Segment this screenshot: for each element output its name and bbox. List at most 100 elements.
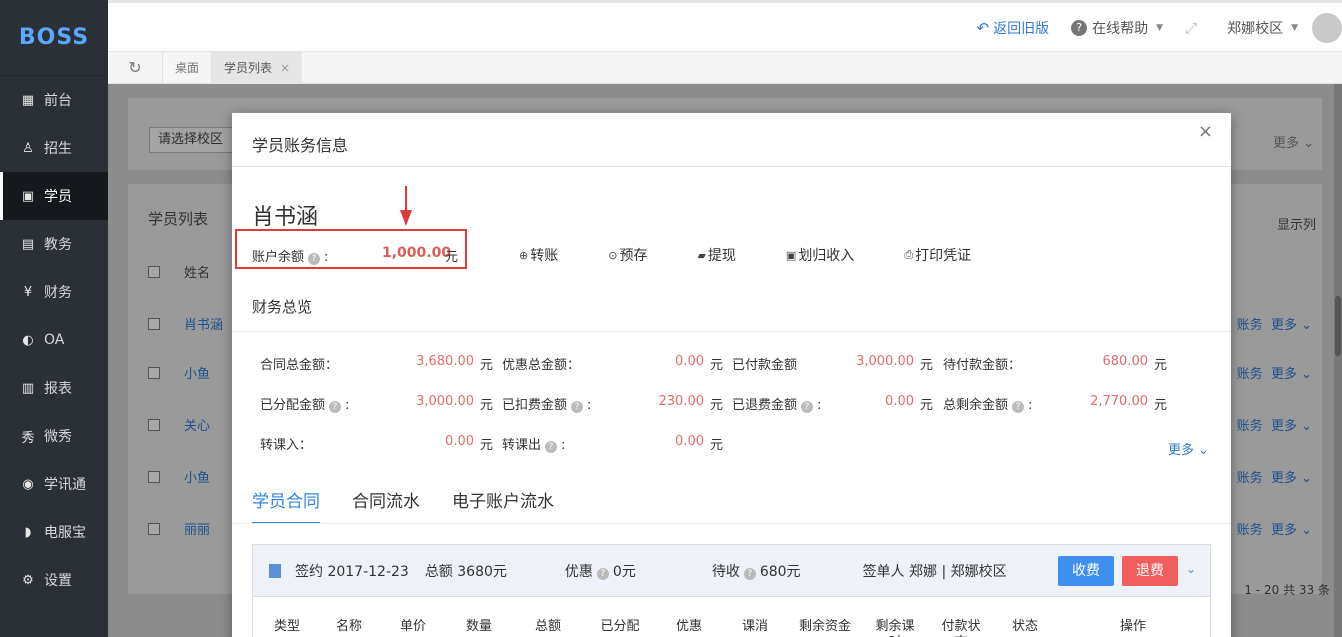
print-voucher-button[interactable]: ⎙ 打印凭证 <box>904 245 971 265</box>
sidebar-item[interactable]: ▣ 学员 <box>0 172 108 220</box>
divider <box>232 523 1231 524</box>
column-header: 类型 <box>273 619 300 634</box>
row-more-link[interactable]: 更多 ⌄ <box>1271 419 1312 434</box>
help-icon[interactable]: ? <box>1012 401 1025 413</box>
student-name-link[interactable]: 关心 <box>184 419 210 434</box>
avatar[interactable] <box>1312 13 1342 43</box>
finance-unit: 元 <box>480 358 494 373</box>
row-more-link[interactable]: 更多 ⌄ <box>1271 318 1312 333</box>
account-link[interactable]: 账务 <box>1237 523 1263 538</box>
sidebar-item[interactable]: ◐ OA <box>0 316 108 364</box>
contract-card: 签约 2017-12-23 总额 3680元 优惠? 0元 待收? 680元 签单人… <box>252 544 1211 637</box>
student-name-link[interactable]: 丽丽 <box>184 523 210 538</box>
contract-pending: 待收? 680元 <box>711 563 801 580</box>
chevron-down-icon[interactable]: ⌄ <box>1186 562 1196 576</box>
table-row: 丽丽 <box>148 519 210 538</box>
account-link[interactable]: 账务 <box>1237 318 1263 333</box>
sidebar-item[interactable]: ¥ 财务 <box>0 268 108 316</box>
caret-down-icon: ▼ <box>1291 23 1298 33</box>
row-checkbox[interactable] <box>148 419 160 431</box>
student-name-link[interactable]: 小鱼 <box>184 367 210 382</box>
show-columns-button[interactable]: 显示列 <box>1277 214 1316 233</box>
finance-value: 230.00 <box>658 394 705 409</box>
divider <box>232 331 1231 332</box>
print-icon: ⎙ <box>904 248 914 261</box>
tab-student-list[interactable]: 学员列表 × <box>211 51 303 84</box>
finance-label: 已付款金额 <box>732 358 798 373</box>
help-icon[interactable]: ? <box>545 441 558 453</box>
sidebar-item[interactable]: ▤ 教务 <box>0 220 108 268</box>
sidebar-item-label: 设置 <box>44 573 72 589</box>
column-header: 状态 <box>1011 619 1038 634</box>
column-header: 剩余资金 <box>798 619 851 634</box>
prepay-button[interactable]: ⊙ 预存 <box>608 245 647 265</box>
help-icon[interactable]: ? <box>571 401 584 413</box>
balance-value: 1,000.00 <box>382 245 452 261</box>
sidebar-item[interactable]: ▥ 报表 <box>0 364 108 412</box>
row-more-link[interactable]: 更多 ⌄ <box>1271 367 1312 382</box>
row-checkbox[interactable] <box>148 318 160 330</box>
online-help-menu[interactable]: ? 在线帮助 ▼ <box>1071 18 1163 38</box>
sidebar-item-label: 学员 <box>44 189 72 205</box>
tab-contract-flow[interactable]: 合同流水 <box>352 487 420 524</box>
withdraw-button[interactable]: ▰ 提现 <box>697 245 735 265</box>
row-checkbox[interactable] <box>148 471 160 483</box>
finance-unit: 元 <box>920 358 934 373</box>
transfer-to-income-button[interactable]: ▣ 划归收入 <box>786 245 854 265</box>
campus-menu[interactable]: 郑娜校区 ▼ <box>1227 18 1298 38</box>
tab-desktop[interactable]: 桌面 <box>162 51 211 84</box>
row-checkbox[interactable] <box>148 367 160 379</box>
sidebar-item[interactable]: ◉ 学讯通 <box>0 460 108 508</box>
help-icon[interactable]: ? <box>308 253 321 265</box>
table-header: 姓名 <box>148 262 210 281</box>
sidebar-item-label: 招生 <box>44 141 72 157</box>
refund-button[interactable]: 退费 <box>1122 556 1178 586</box>
close-icon[interactable]: × <box>1198 121 1213 142</box>
row-more-link[interactable]: 更多 ⌄ <box>1271 523 1312 538</box>
help-icon[interactable]: ? <box>329 401 342 413</box>
column-header: 已分配 <box>600 619 640 634</box>
app-logo: BOSS <box>0 0 108 76</box>
charge-button[interactable]: 收费 <box>1058 556 1114 586</box>
tab-e-account-flow[interactable]: 电子账户流水 <box>452 487 554 524</box>
row-checkbox[interactable] <box>148 523 160 535</box>
help-icon[interactable]: ? <box>743 567 756 580</box>
contract-table-header: 类型 名称 单价 数量 总额 已分配 优惠 课消 剩余资金 剩余课时 付款状态 状态 操作 <box>253 607 1210 637</box>
arrow-annotation-icon <box>400 186 412 226</box>
sidebar-item[interactable]: ♙ 招生 <box>0 124 108 172</box>
student-name-link[interactable]: 小鱼 <box>184 471 210 486</box>
finance-unit: 元 <box>710 358 724 373</box>
tab-student-contract[interactable]: 学员合同 <box>252 487 320 524</box>
top-bar: ↶ 返回旧版 ? 在线帮助 ▼ ⤢ 郑娜校区 ▼ <box>108 0 1342 52</box>
row-more-link[interactable]: 更多 ⌄ <box>1271 471 1312 486</box>
finance-label: 已分配金额?: <box>260 398 350 413</box>
finance-unit: 元 <box>710 398 724 413</box>
account-link[interactable]: 账务 <box>1237 367 1263 382</box>
account-link[interactable]: 账务 <box>1237 419 1263 434</box>
close-icon[interactable]: × <box>280 61 290 75</box>
refresh-icon[interactable]: ↻ <box>108 58 162 77</box>
transfer-button[interactable]: ⊕ 转账 <box>519 245 558 265</box>
page-scrollbar[interactable] <box>1334 84 1342 637</box>
filter-more-link[interactable]: 更多 ⌄ <box>1273 132 1314 151</box>
return-old-version-link[interactable]: ↶ 返回旧版 <box>977 18 1050 38</box>
sidebar-item-label: 微秀 <box>44 429 72 445</box>
finance-label: 总剩余金额?: <box>943 398 1033 413</box>
sidebar-item[interactable]: 秀微秀 <box>0 412 108 460</box>
sidebar-item[interactable]: ⚙ 设置 <box>0 556 108 604</box>
select-all-checkbox[interactable] <box>148 266 160 278</box>
student-name-link[interactable]: 肖书涵 <box>184 318 223 333</box>
prepay-icon: ⊙ <box>608 248 618 262</box>
sidebar-item-label: 前台 <box>44 93 72 109</box>
row-actions: 账务 更多 ⌄ <box>1237 519 1312 538</box>
sidebar-item[interactable]: ◗ 电服宝 <box>0 508 108 556</box>
row-actions: 账务 更多 ⌄ <box>1237 363 1312 382</box>
campus-select[interactable]: 请选择校区 <box>149 127 239 153</box>
pagination: 1 - 20 共 33 条 <box>1244 583 1330 597</box>
finance-more-link[interactable]: 更多 ⌄ <box>1168 439 1209 458</box>
fullscreen-button[interactable]: ⤢ <box>1185 19 1197 37</box>
sidebar-item[interactable]: ▦ 前台 <box>0 76 108 124</box>
help-icon[interactable]: ? <box>596 567 609 580</box>
scrollbar-thumb[interactable] <box>1335 296 1341 356</box>
account-link[interactable]: 账务 <box>1237 471 1263 486</box>
